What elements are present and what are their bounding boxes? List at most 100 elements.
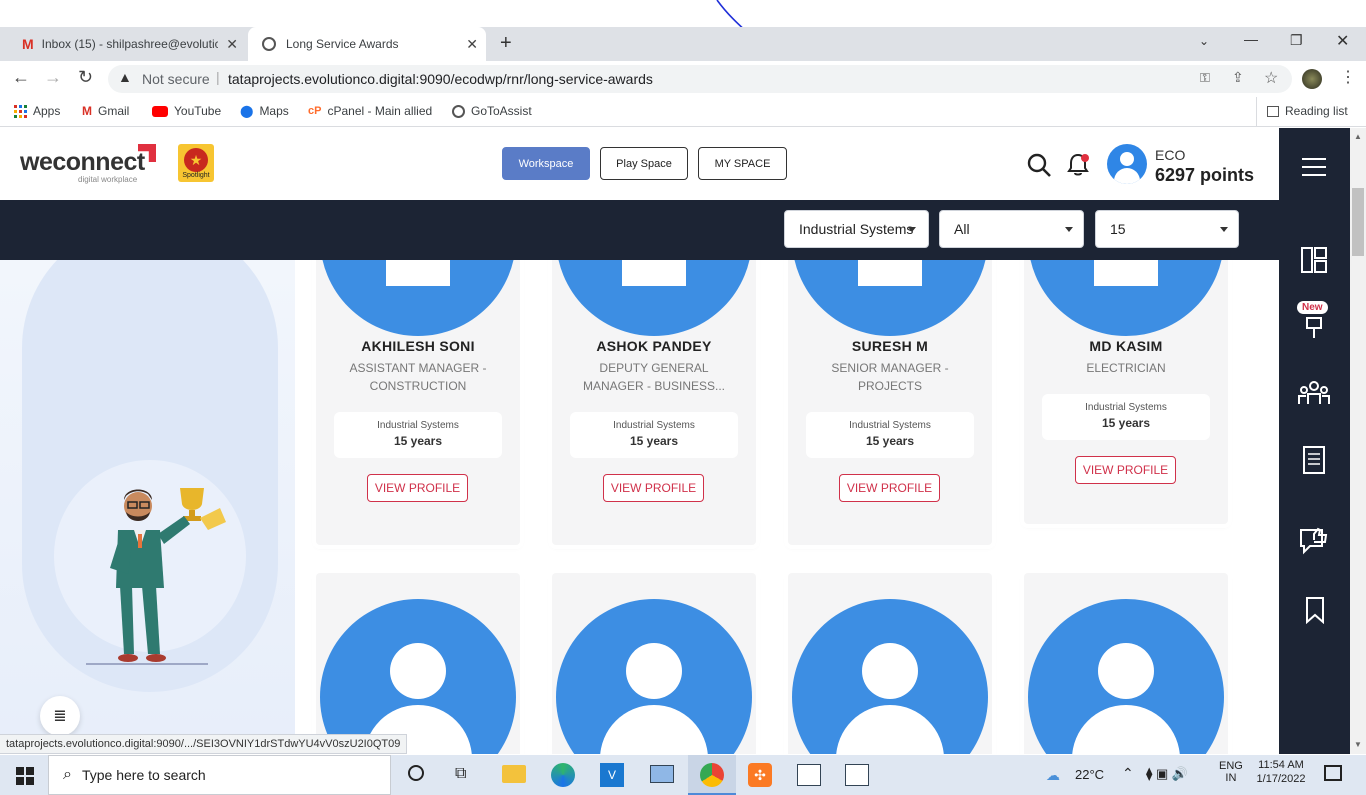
vscode-icon[interactable]: V xyxy=(600,763,624,787)
spotlight-star-icon: ★ xyxy=(184,147,208,172)
more-menu-icon[interactable]: ⋮ xyxy=(1340,67,1356,87)
employee-avatar xyxy=(556,260,752,336)
bookmark-gmail[interactable]: M Gmail xyxy=(82,104,129,118)
notification-center-icon[interactable] xyxy=(1324,765,1342,781)
restore-button[interactable]: ❐ xyxy=(1290,32,1303,49)
tab-gmail[interactable]: M Inbox (15) - shilpashree@evolutic ✕ xyxy=(8,27,246,61)
employee-avatar xyxy=(556,599,752,754)
windows-start-icon[interactable] xyxy=(16,767,34,785)
file-explorer-icon[interactable] xyxy=(502,765,526,783)
scroll-up-icon[interactable]: ▲ xyxy=(1354,132,1362,141)
app-window-icon[interactable] xyxy=(797,764,821,786)
edge-icon[interactable] xyxy=(551,763,575,787)
award-winner-illustration xyxy=(86,488,226,665)
bookmark-maps[interactable]: ⬤ Maps xyxy=(240,104,289,118)
clock[interactable]: 11:54 AM 1/17/2022 xyxy=(1254,759,1308,785)
cpanel-icon: cP xyxy=(308,105,322,117)
right-sidebar: New xyxy=(1279,128,1350,754)
close-window-button[interactable]: ✕ xyxy=(1336,31,1349,51)
reading-list-button[interactable]: Reading list xyxy=(1267,104,1348,118)
dashboard-icon[interactable] xyxy=(1300,246,1328,274)
document-list-icon[interactable] xyxy=(1302,445,1326,475)
bookmark-label: Maps xyxy=(259,104,289,118)
bookmark-icon[interactable] xyxy=(1304,596,1326,624)
bookmarks-bar: Apps M Gmail YouTube ⬤ Maps cP cPanel - … xyxy=(0,97,1366,127)
star-icon[interactable]: ☆ xyxy=(1264,68,1278,88)
new-tab-button[interactable]: + xyxy=(500,32,512,55)
chat-toggle-button[interactable]: ≣ xyxy=(40,696,80,736)
employee-role: ASSISTANT MANAGER - CONSTRUCTION xyxy=(349,361,487,393)
tab-search-icon[interactable]: ⌄ xyxy=(1199,34,1209,48)
user-avatar[interactable] xyxy=(1107,144,1147,184)
taskbar-search-box[interactable]: ⌕ Type here to search xyxy=(48,755,391,795)
tenure-box: Industrial Systems 15 years xyxy=(806,412,974,458)
my-space-button[interactable]: MY SPACE xyxy=(698,147,787,180)
scrollbar-thumb[interactable] xyxy=(1352,188,1364,256)
minimize-button[interactable]: — xyxy=(1244,31,1258,47)
cortana-icon[interactable] xyxy=(408,765,424,781)
search-icon[interactable] xyxy=(1026,152,1052,178)
back-button[interactable]: ← xyxy=(12,67,30,88)
tab-label: Inbox (15) - shilpashree@evolutic xyxy=(41,37,218,51)
feedback-chat-icon[interactable] xyxy=(1298,526,1330,556)
caret-down-icon xyxy=(908,227,916,232)
link-status-bar: tataprojects.evolutionco.digital:9090/..… xyxy=(0,734,408,754)
main-content: ≣ AKHILESH SONI ASSISTANT MANAGER - CONS… xyxy=(0,260,1279,754)
notification-bell-icon[interactable] xyxy=(1066,151,1092,179)
filter-bar: Industrial Systems All 15 xyxy=(0,200,1279,260)
employee-tenure: 15 years xyxy=(629,434,679,448)
chevron-up-icon[interactable]: ⌃ xyxy=(1122,765,1134,782)
employee-name: ASHOK PANDEY xyxy=(596,338,712,354)
hamburger-menu-icon[interactable] xyxy=(1302,158,1326,176)
view-profile-button[interactable]: VIEW PROFILE xyxy=(1075,456,1176,484)
caret-down-icon xyxy=(1065,227,1073,232)
employee-role: DEPUTY GENERAL MANAGER - BUSINESS... xyxy=(582,361,726,393)
view-profile-button[interactable]: VIEW PROFILE xyxy=(603,474,704,502)
page-scrollbar[interactable]: ▲ ▼ xyxy=(1350,128,1366,754)
laptop-app-icon[interactable] xyxy=(650,765,674,783)
address-bar[interactable]: ▲ Not secure | tataprojects.evolutionco.… xyxy=(108,65,1292,93)
key-icon[interactable]: ⚿ xyxy=(1200,70,1210,86)
bookmark-gotoassist[interactable]: GoToAssist xyxy=(452,104,532,118)
bookmark-label: YouTube xyxy=(174,104,222,118)
workspace-button[interactable]: Workspace xyxy=(502,147,590,180)
bookmark-apps[interactable]: Apps xyxy=(14,104,60,118)
chrome-taskbar-item[interactable] xyxy=(688,755,736,795)
app-window-icon[interactable] xyxy=(845,764,869,786)
plug-icon[interactable] xyxy=(1303,314,1325,342)
divider xyxy=(1256,97,1257,127)
spotlight-badge[interactable]: ★ Spotlight xyxy=(178,144,214,182)
tray-icons[interactable]: ⧫ ▣ 🔊 xyxy=(1146,766,1188,782)
profile-avatar[interactable] xyxy=(1302,69,1322,89)
employee-name: AKHILESH SONI xyxy=(361,338,475,354)
browser-tab-bar: M Inbox (15) - shilpashree@evolutic ✕ Lo… xyxy=(0,27,1366,61)
bookmark-youtube[interactable]: YouTube xyxy=(152,104,221,118)
scroll-down-icon[interactable]: ▼ xyxy=(1354,740,1362,749)
tab-long-service-awards[interactable]: Long Service Awards ✕ xyxy=(248,27,486,61)
forward-button[interactable]: → xyxy=(44,67,62,88)
employee-avatar xyxy=(792,599,988,754)
reload-button[interactable]: ↻ xyxy=(78,67,93,88)
employee-avatar xyxy=(320,260,516,336)
view-profile-button[interactable]: VIEW PROFILE xyxy=(367,474,468,502)
close-icon[interactable]: ✕ xyxy=(226,36,238,53)
employee-card: ASHOK PANDEY DEPUTY GENERAL MANAGER - BUS… xyxy=(552,260,756,545)
close-icon[interactable]: ✕ xyxy=(466,36,478,53)
team-icon[interactable] xyxy=(1298,380,1330,406)
view-profile-button[interactable]: VIEW PROFILE xyxy=(839,474,940,502)
xampp-icon[interactable]: ✣ xyxy=(748,763,772,787)
employee-tenure: 15 years xyxy=(865,434,915,448)
weather-icon[interactable]: ☁ xyxy=(1046,767,1060,784)
play-space-button[interactable]: Play Space xyxy=(600,147,688,180)
task-view-icon[interactable]: ⧉ xyxy=(455,765,466,783)
years-dropdown[interactable]: 15 xyxy=(1095,210,1239,248)
type-dropdown[interactable]: All xyxy=(939,210,1084,248)
share-icon[interactable]: ⇪ xyxy=(1232,69,1244,86)
language-indicator[interactable]: ENG IN xyxy=(1219,760,1243,784)
division-dropdown[interactable]: Industrial Systems xyxy=(784,210,929,248)
divider: | xyxy=(216,69,220,85)
weconnect-logo[interactable]: weconnect digital workplace xyxy=(20,144,156,184)
employee-tenure: 15 years xyxy=(393,434,443,448)
bookmark-cpanel[interactable]: cP cPanel - Main allied xyxy=(308,104,432,118)
type-value: All xyxy=(954,221,970,237)
